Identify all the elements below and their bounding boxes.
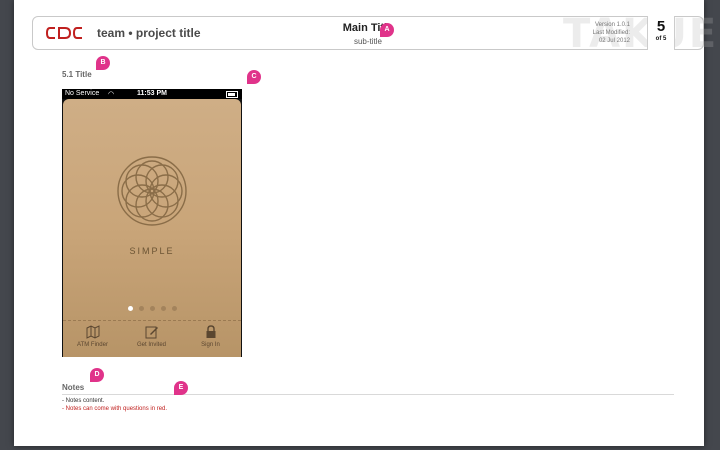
watermark: TAKUE <box>563 11 719 57</box>
header-bar: team • project title Main Title sub-titl… <box>32 11 716 57</box>
tab-sign-in[interactable]: Sign In <box>181 325 240 348</box>
page-indicator[interactable] <box>63 298 241 316</box>
phone-screenshot: No Service ◠ 11:53 PM SIMPLE ATM Finder … <box>62 89 242 357</box>
lock-icon <box>206 325 215 338</box>
page-dot-1[interactable] <box>127 306 133 311</box>
brand-emblem-icon <box>117 156 187 226</box>
wireframe-page: team • project title Main Title sub-titl… <box>14 0 716 446</box>
version-text: Version 1.0.1 <box>594 22 630 28</box>
annotation-badge-d: D <box>90 368 104 382</box>
page-dot-5[interactable] <box>171 306 177 311</box>
brand-name: SIMPLE <box>129 246 175 256</box>
page-dot-4[interactable] <box>160 306 166 311</box>
version-info: Version 1.0.1 Last Modified: 02 Jul 2012 <box>588 21 630 45</box>
battery-icon <box>226 91 238 98</box>
annotation-badge-b: B <box>96 56 110 70</box>
edit-icon <box>145 326 158 339</box>
tab-label-sign-in: Sign In <box>201 342 220 348</box>
map-icon <box>86 325 99 339</box>
tab-label-atm-finder: ATM Finder <box>77 342 108 348</box>
status-bar: No Service ◠ 11:53 PM <box>62 89 242 99</box>
annotation-badge-a: A <box>380 23 394 37</box>
app-splash-screen: SIMPLE ATM Finder Get Invited Sign In <box>63 99 241 357</box>
notes-title: Notes <box>62 383 85 392</box>
tab-label-get-invited: Get Invited <box>136 342 166 348</box>
last-modified-date: 02 Jul 2012 <box>598 38 630 44</box>
page-dot-2[interactable] <box>138 306 144 311</box>
annotation-badge-e: E <box>174 381 188 395</box>
tab-bar: ATM Finder Get Invited Sign In <box>63 320 241 357</box>
notes-divider <box>62 394 674 395</box>
page-dot-3[interactable] <box>149 306 155 311</box>
page-number: 5 <box>656 18 666 35</box>
tab-atm-finder[interactable]: ATM Finder <box>63 325 122 348</box>
section-title: 5.1 Title <box>62 70 92 79</box>
status-time: 11:53 PM <box>137 90 167 97</box>
annotation-badge-c: C <box>247 70 261 84</box>
page-counter: 5 of 5 <box>647 16 675 50</box>
page-total: of 5 <box>655 36 667 42</box>
note-line-1: - Notes content. <box>62 398 105 404</box>
tab-get-invited[interactable]: Get Invited <box>122 325 181 348</box>
last-modified-label: Last Modified: <box>592 30 630 36</box>
note-line-2: - Notes can come with questions in red. <box>62 406 168 412</box>
